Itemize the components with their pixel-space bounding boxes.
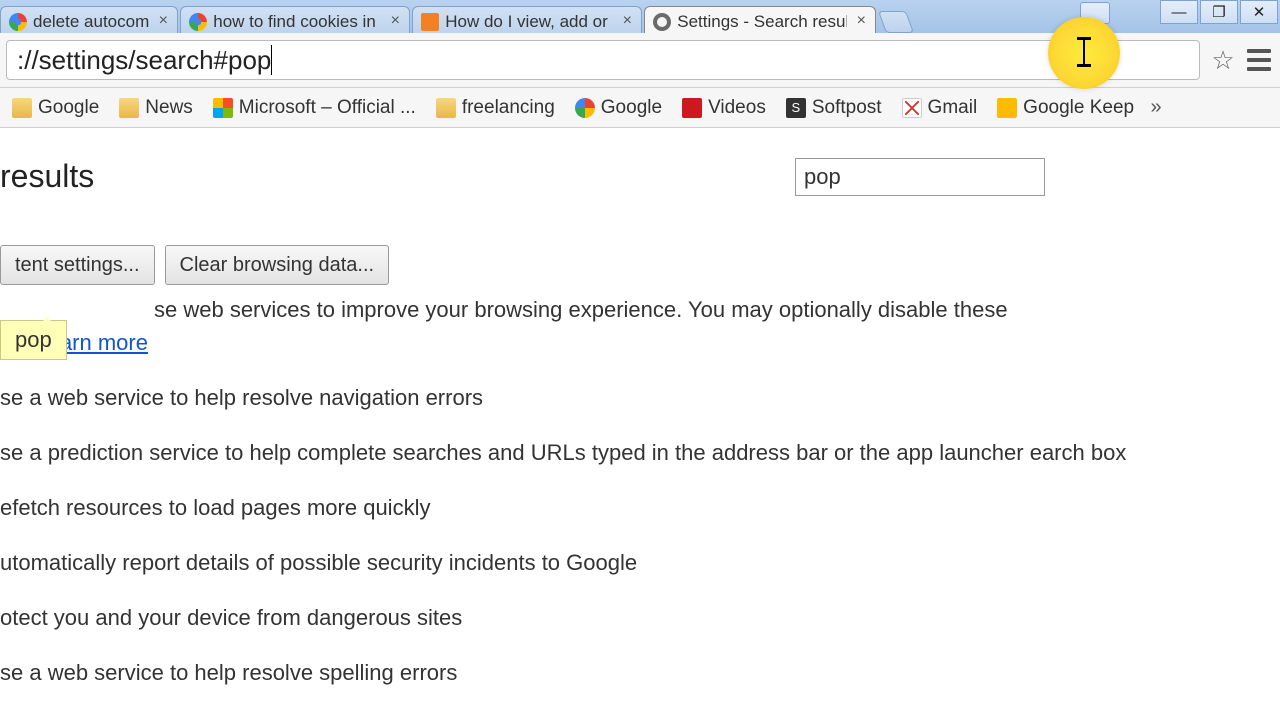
tab-title: Settings - Search result xyxy=(677,12,847,32)
bookmark-label: Videos xyxy=(708,97,766,119)
close-icon[interactable]: × xyxy=(387,14,403,30)
settings-page: results tent settings... Clear browsing … xyxy=(0,128,1280,689)
tab-title: how to find cookies in c xyxy=(213,12,381,32)
tab-1[interactable]: delete autocom × xyxy=(0,6,178,36)
bookmark-gmail[interactable]: Gmail xyxy=(894,92,986,124)
address-bar[interactable]: ://settings/search#pop xyxy=(6,40,1200,80)
bookmark-videos[interactable]: Videos xyxy=(674,92,774,124)
text-cursor-icon xyxy=(1077,37,1091,67)
settings-search-input[interactable] xyxy=(795,158,1045,196)
favicon-google-icon xyxy=(189,13,207,31)
option-prefetch: efetch resources to load pages more quic… xyxy=(0,491,1280,524)
bookmark-label: Google xyxy=(601,97,662,119)
close-icon[interactable]: × xyxy=(155,14,171,30)
bookmark-google-folder[interactable]: Google xyxy=(4,92,107,124)
page-heading: results xyxy=(0,158,1280,195)
bookmark-star-icon[interactable]: ☆ xyxy=(1208,45,1238,75)
favicon-settings-icon xyxy=(653,13,671,31)
bookmark-microsoft[interactable]: Microsoft – Official ... xyxy=(205,92,424,124)
bookmarks-overflow-button[interactable]: » xyxy=(1146,96,1166,119)
toolbar: ://settings/search#pop ☆ xyxy=(0,33,1280,88)
tab-title: delete autocom xyxy=(33,12,149,32)
favicon-stackoverflow-icon xyxy=(421,13,439,31)
privacy-buttons-row: tent settings... Clear browsing data... xyxy=(0,245,1280,285)
tab-title: How do I view, add or e xyxy=(445,12,613,32)
folder-icon xyxy=(119,98,139,118)
bookmark-label: freelancing xyxy=(462,97,555,119)
bookmark-label: Google xyxy=(38,97,99,119)
text-caret xyxy=(271,45,272,75)
window-controls: — ❐ ✕ xyxy=(1160,0,1278,24)
bookmark-softpost[interactable]: S Softpost xyxy=(778,92,890,124)
option-nav-errors: se a web service to help resolve navigat… xyxy=(0,381,1280,414)
search-match-tooltip: pop xyxy=(0,320,67,360)
menu-button[interactable] xyxy=(1244,45,1274,75)
keep-icon xyxy=(997,98,1017,118)
close-icon[interactable]: × xyxy=(853,14,869,30)
bookmarks-bar: Google News Microsoft – Official ... fre… xyxy=(0,88,1280,128)
microsoft-icon xyxy=(213,98,233,118)
bookmark-news[interactable]: News xyxy=(111,92,201,124)
privacy-intro-text: xxxxxxxxxxxxxxse web services to improve… xyxy=(0,293,1280,359)
maximize-button[interactable]: ❐ xyxy=(1200,0,1238,24)
bookmark-label: Google Keep xyxy=(1023,97,1134,119)
bookmark-google-keep[interactable]: Google Keep xyxy=(989,92,1142,124)
bookmark-google[interactable]: Google xyxy=(567,92,670,124)
content-settings-button[interactable]: tent settings... xyxy=(0,245,155,285)
option-security-reports: utomatically report details of possible … xyxy=(0,546,1280,579)
minimize-button[interactable]: — xyxy=(1160,0,1198,24)
option-safe-browsing: otect you and your device from dangerous… xyxy=(0,601,1280,634)
gmail-icon xyxy=(902,98,922,118)
softpost-icon: S xyxy=(786,98,806,118)
close-icon[interactable]: × xyxy=(619,14,635,30)
youtube-icon xyxy=(682,98,702,118)
new-tab-button[interactable] xyxy=(878,11,914,33)
bookmark-label: Microsoft – Official ... xyxy=(239,97,416,119)
option-prediction-service: se a prediction service to help complete… xyxy=(0,436,1280,469)
tab-3[interactable]: How do I view, add or e × xyxy=(412,6,642,36)
option-spelling-service: se a web service to help resolve spellin… xyxy=(0,656,1280,689)
folder-icon xyxy=(12,98,32,118)
bookmark-freelancing[interactable]: freelancing xyxy=(428,92,563,124)
tab-4-active[interactable]: Settings - Search result × xyxy=(644,6,876,36)
tab-2[interactable]: how to find cookies in c × xyxy=(180,6,410,36)
close-window-button[interactable]: ✕ xyxy=(1240,0,1278,24)
url-text: ://settings/search#pop xyxy=(17,45,271,76)
bookmark-label: News xyxy=(145,97,193,119)
bookmark-label: Softpost xyxy=(812,97,882,119)
bookmark-label: Gmail xyxy=(928,97,978,119)
clear-browsing-data-button[interactable]: Clear browsing data... xyxy=(165,245,390,285)
folder-icon xyxy=(436,98,456,118)
google-icon xyxy=(575,98,595,118)
favicon-google-icon xyxy=(9,13,27,31)
tabs: delete autocom × how to find cookies in … xyxy=(0,0,910,33)
